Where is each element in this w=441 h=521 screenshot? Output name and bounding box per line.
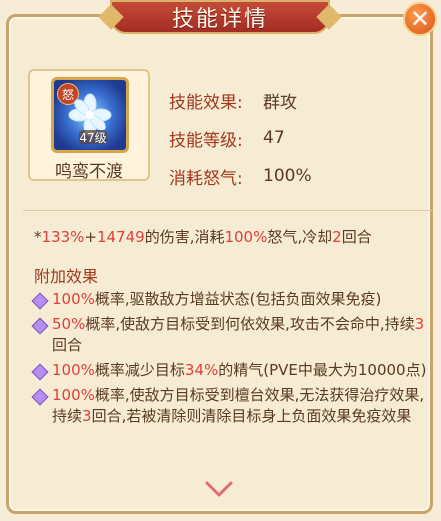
skill-stats: 技能效果: 群攻 技能等级: 47 消耗怒气: 100% [169, 81, 419, 195]
effect-item: 50%概率,使敌方目标受到何依效果,攻击不会命中,持续3 回合 [31, 314, 429, 356]
skill-name: 鸣鸾不渡 [55, 162, 123, 182]
effect-num: 34% [184, 361, 219, 379]
summary-text: 回合 [341, 228, 372, 246]
title-bar: 技能详情 [110, 0, 330, 34]
effect-num: 3 [82, 407, 92, 425]
effect-item: 100%概率,驱散敌方增益状态(包括负面效果免疫) [31, 289, 429, 310]
summary-text: 怒气,冷却 [267, 228, 333, 246]
effect-desc: 的精气(PVE中最大为10000点) [218, 361, 427, 379]
skill-level-tag: 47级 [79, 130, 107, 145]
effect-pct: 100% [52, 290, 95, 308]
divider [23, 210, 434, 211]
diamond-gem-icon [31, 317, 49, 335]
stat-row-rage: 消耗怒气: 100% [169, 157, 419, 195]
skill-description: *133%+14749的伤害,消耗100%怒气,冷却2回合 附加效果 100%概… [31, 227, 429, 431]
stat-row-level: 技能等级: 47 [169, 119, 419, 157]
summary-text: 的伤害,消耗 [144, 228, 225, 246]
skill-card: 怒 47级 鸣鸾不渡 [28, 69, 150, 182]
effect-text: 100%概率,驱散敌方增益状态(包括负面效果免疫) [52, 289, 381, 310]
effect-text: 50%概率,使敌方目标受到何依效果,攻击不会命中,持续3 回合 [52, 314, 429, 356]
effect-desc: 回合,若被清除则清除目标身上负面效果免疫效果 [91, 407, 412, 425]
window-title: 技能详情 [171, 7, 268, 32]
summary-flat: 14749 [96, 228, 145, 246]
stat-value: 100% [263, 166, 312, 186]
summary-pct: 133% [41, 228, 85, 246]
summary-cooldown: 2 [332, 228, 342, 246]
stat-label: 技能等级: [169, 130, 243, 151]
diamond-gem-icon [31, 388, 49, 406]
stat-value: 47 [263, 128, 285, 148]
effect-num: 3 [414, 315, 425, 333]
effect-desc: 回合 [52, 336, 83, 354]
effect-text: 100%概率减少目标34%的精气(PVE中最大为10000点) [52, 360, 426, 381]
summary-plus: + [84, 228, 97, 246]
effect-item: 100%概率减少目标34%的精气(PVE中最大为10000点) [31, 360, 429, 381]
summary-rage: 100% [224, 228, 268, 246]
effect-desc: 概率,使敌方目标受到何依效果,攻击不会命中,持续 [85, 315, 415, 333]
effect-desc: 概率减少目标 [94, 361, 185, 379]
diamond-gem-icon [31, 363, 49, 381]
effect-pct: 100% [52, 361, 95, 379]
stat-value: 群攻 [263, 92, 297, 113]
summary-prefix: * [34, 228, 42, 246]
effect-item: 100%概率,使敌方目标受到檀台效果,无法获得治疗效果,持续3回合,若被清除则清… [31, 385, 429, 427]
close-icon: ✕ [409, 5, 431, 33]
diamond-gem-icon [31, 292, 49, 310]
damage-summary: *133%+14749的伤害,消耗100%怒气,冷却2回合 [34, 227, 429, 248]
close-button[interactable]: ✕ [403, 2, 437, 36]
effect-text: 100%概率,使敌方目标受到檀台效果,无法获得治疗效果,持续3回合,若被清除则清… [52, 385, 429, 427]
chevron-down-icon [205, 481, 233, 497]
effect-desc: 概率,驱散敌方增益状态(包括负面效果免疫) [94, 290, 382, 308]
skill-detail-panel: 怒 47级 鸣鸾不渡 技能效果: 群攻 技能等级: 47 消耗怒气: 100% … [6, 14, 434, 514]
stat-label: 技能效果: [169, 92, 243, 113]
scroll-indicator[interactable] [203, 478, 235, 500]
extra-effects-title: 附加效果 [34, 267, 99, 286]
stat-label: 消耗怒气: [169, 168, 243, 189]
effect-pct: 50% [52, 315, 86, 333]
skill-icon: 怒 47级 [51, 77, 129, 153]
stat-row-effect: 技能效果: 群攻 [169, 81, 419, 119]
effect-pct: 100% [52, 386, 95, 404]
